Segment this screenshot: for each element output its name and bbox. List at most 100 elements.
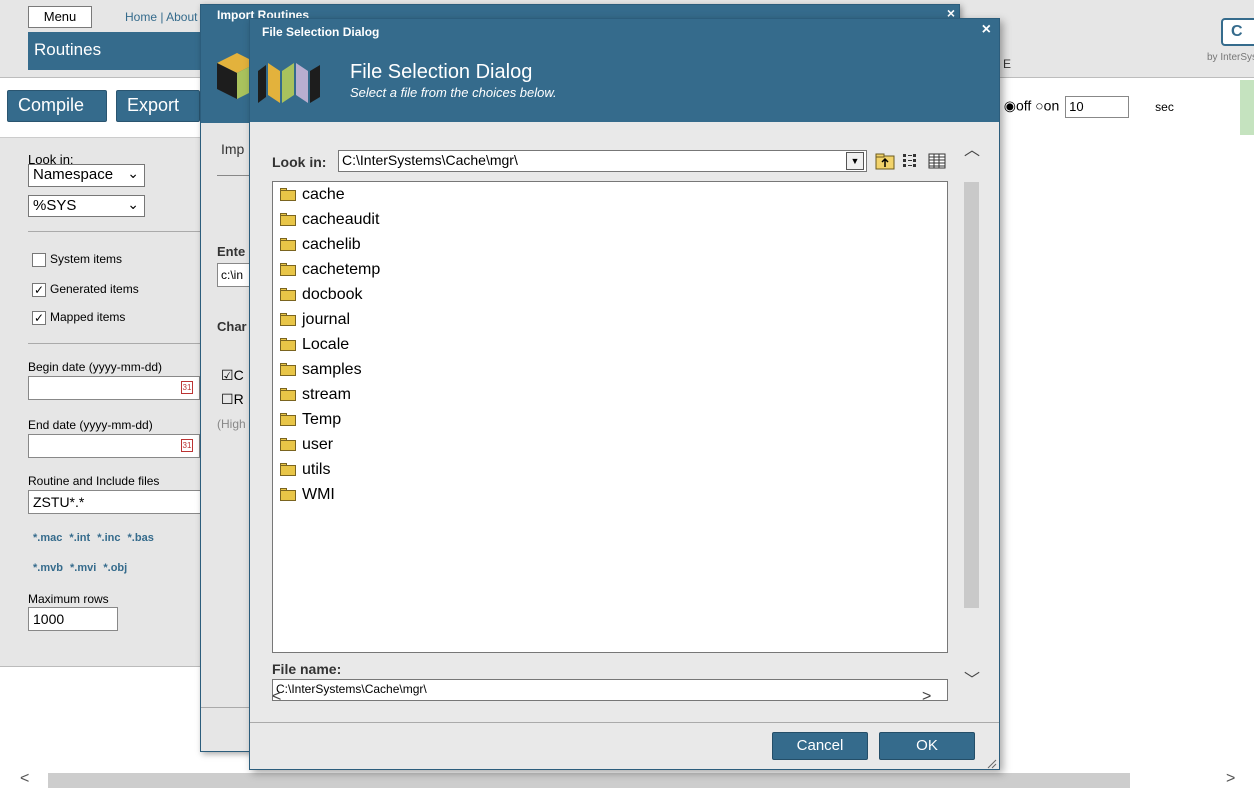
import-option-1-label: C [233, 367, 244, 383]
begin-date-label: Begin date (yyyy-mm-dd) [28, 360, 163, 374]
folder-name: docbook [302, 286, 363, 303]
auto-refresh-control: : ◉off ○on 10sec [996, 96, 1174, 118]
namespace-type-value: Namespace [33, 166, 114, 183]
folder-list-item[interactable]: user [280, 436, 333, 459]
mapped-items-label: Mapped items [50, 310, 126, 324]
scroll-up-icon[interactable]: ︿ [964, 136, 980, 160]
scroll-left-icon[interactable]: < [20, 770, 29, 788]
details-view-icon[interactable] [927, 151, 947, 171]
refresh-unit-label: sec [1155, 99, 1174, 114]
folder-name: cacheaudit [302, 211, 380, 228]
folder-name: Locale [302, 336, 350, 353]
begin-date-input[interactable]: 31 [28, 376, 200, 400]
compile-button[interactable]: Compile [7, 90, 107, 122]
ok-button[interactable]: OK [879, 732, 975, 760]
file-dialog-subtitle: Select a file from the choices below. [350, 85, 557, 100]
folder-list-item[interactable]: cache [280, 186, 345, 209]
look-in-combobox[interactable]: C:\InterSystems\Cache\mgr\ [338, 150, 867, 172]
import-option-1[interactable]: ☑C [221, 367, 244, 384]
file-dialog-titlebar[interactable]: File Selection Dialog × [250, 19, 999, 45]
file-dialog-horizontal-scrollbar[interactable]: < > [268, 688, 968, 710]
folder-icon [280, 338, 296, 352]
checkbox-box[interactable]: ✓ [32, 282, 46, 297]
folder-name: samples [302, 361, 362, 378]
folder-icon [280, 413, 296, 427]
resize-grip-icon[interactable] [985, 757, 997, 769]
folder-list-item[interactable]: journal [280, 311, 350, 334]
folder-icon [280, 313, 296, 327]
folder-list-item[interactable]: cachetemp [280, 261, 380, 284]
top-links[interactable]: Home | About [125, 10, 198, 24]
folder-list-item[interactable]: WMI [280, 486, 335, 509]
folder-list-item[interactable]: cacheaudit [280, 211, 379, 234]
file-dialog-titlebar-text: File Selection Dialog [262, 25, 380, 39]
mapped-items-checkbox[interactable]: ✓ Mapped items [32, 310, 125, 325]
folder-name: cachetemp [302, 261, 381, 278]
folder-name: stream [302, 386, 351, 403]
folder-list-item[interactable]: Temp [280, 411, 341, 434]
generated-items-checkbox[interactable]: ✓ Generated items [32, 282, 139, 297]
file-selection-dialog: File Selection Dialog × File Selection D… [249, 18, 1000, 770]
checkbox-box[interactable] [32, 252, 46, 267]
page-horizontal-scrollbar[interactable]: < > [0, 770, 1254, 791]
routine-files-input[interactable]: ZSTU*.* [28, 490, 210, 514]
checkbox-empty-icon[interactable]: ☐ [221, 391, 234, 407]
folder-name: Temp [302, 411, 342, 428]
scroll-down-icon[interactable]: ﹀ [964, 666, 980, 690]
import-hint: (High [217, 417, 246, 431]
truncated-heading: E [1003, 57, 1012, 71]
folder-list-item[interactable]: docbook [280, 286, 363, 309]
refresh-off-radio[interactable]: ◉ [1004, 98, 1016, 114]
calendar-icon[interactable]: 31 [181, 439, 193, 452]
calendar-icon[interactable]: 31 [181, 381, 193, 394]
product-logo-icon [258, 63, 320, 103]
folder-list-item[interactable]: stream [280, 386, 351, 409]
filter-sidebar: Look in: Namespace ⌄ %SYS ⌄ System items… [0, 137, 210, 667]
charset-label: Char [217, 319, 247, 334]
folder-icon [280, 388, 296, 402]
refresh-on-label: on [1043, 97, 1060, 114]
checkbox-checked-icon[interactable]: ☑ [221, 367, 234, 383]
vendor-byline: by InterSystems [1207, 52, 1254, 63]
file-dialog-title: File Selection Dialog [350, 61, 533, 83]
folder-list-item[interactable]: cachelib [280, 236, 361, 259]
refresh-on-radio[interactable]: ○ [1035, 98, 1043, 114]
list-view-icon[interactable] [901, 151, 921, 171]
chevron-down-icon: ⌄ [127, 165, 139, 181]
dropdown-arrow-icon[interactable]: ▼ [846, 152, 864, 170]
scrollbar-thumb[interactable] [48, 773, 1130, 788]
scroll-right-icon[interactable]: > [1226, 770, 1235, 788]
folder-icon [280, 213, 296, 227]
folder-icon [280, 238, 296, 252]
refresh-interval-input[interactable]: 10 [1065, 96, 1130, 118]
cancel-button[interactable]: Cancel [772, 732, 868, 760]
file-name-label: File name: [272, 661, 342, 677]
scrollbar-thumb[interactable] [964, 182, 979, 608]
page-title: Routines [28, 32, 208, 70]
chevron-down-icon: ⌄ [127, 196, 139, 212]
folder-list-item[interactable]: Locale [280, 336, 349, 359]
file-dialog-vertical-scrollbar[interactable]: ︿ ﹀ [962, 136, 982, 696]
folder-icon [280, 263, 296, 277]
namespace-select[interactable]: %SYS ⌄ [28, 195, 145, 217]
product-logo[interactable]: C [1221, 18, 1254, 46]
extension-links-row-1[interactable]: *.mac *.int *.inc *.bas [33, 532, 154, 544]
scroll-left-icon[interactable]: < [272, 688, 281, 706]
system-items-label: System items [50, 252, 123, 266]
namespace-type-select[interactable]: Namespace ⌄ [28, 164, 145, 187]
import-option-2[interactable]: ☐R [221, 391, 244, 408]
end-date-input[interactable]: 31 [28, 434, 200, 458]
extension-links-row-2[interactable]: *.mvb *.mvi *.obj [33, 562, 127, 574]
folder-list-item[interactable]: samples [280, 361, 362, 384]
max-rows-input[interactable]: 1000 [28, 607, 118, 631]
export-button[interactable]: Export [116, 90, 200, 122]
folder-up-icon[interactable] [875, 151, 895, 171]
file-list[interactable]: cache cacheaudit cachelib cachetemp docbook j… [272, 181, 948, 653]
menu-button[interactable]: Menu [28, 6, 92, 28]
system-items-checkbox[interactable]: System items [32, 252, 122, 267]
close-icon[interactable]: × [982, 21, 991, 39]
scroll-right-icon[interactable]: > [922, 688, 931, 706]
folder-icon [280, 188, 296, 202]
checkbox-box[interactable]: ✓ [32, 310, 46, 325]
folder-list-item[interactable]: utils [280, 461, 330, 484]
